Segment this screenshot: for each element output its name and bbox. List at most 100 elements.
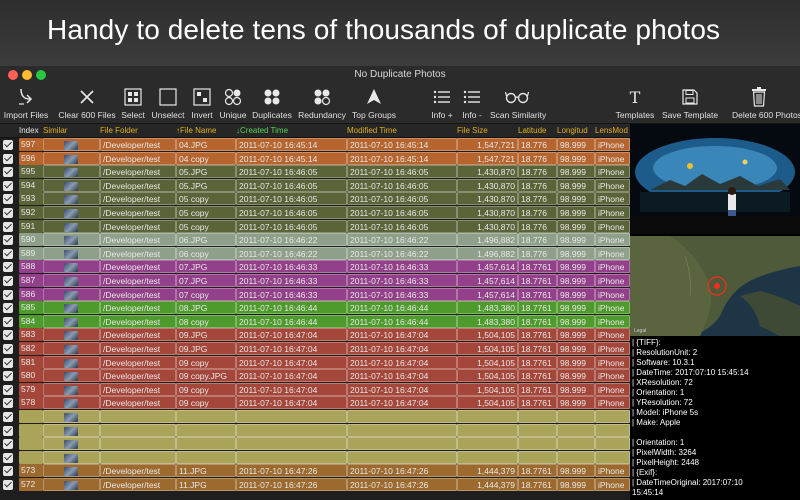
table-row[interactable]: 593/Developer/test 05 copy 2011-07-10 16:4… — [0, 192, 630, 206]
unique-button[interactable]: Unique — [220, 84, 246, 124]
table-row[interactable]: 580/Developer/test 09 copy.JPG 2011-07-10 … — [0, 369, 630, 383]
table-row[interactable]: 586/Developer/test 07 copy 2011-07-10 16:4… — [0, 287, 630, 302]
delete-photos-button[interactable]: Delete 600 Photos — [732, 84, 800, 124]
table-row[interactable]: 583/Developer/test 09.JPG 2011-07-10 16:47… — [0, 328, 630, 342]
row-checkbox[interactable] — [3, 303, 13, 314]
table-row[interactable] — [0, 450, 630, 465]
scan-similarity-button[interactable]: Scan Similarity — [490, 84, 546, 124]
table-row[interactable]: 582/Developer/test 09.JPG 2011-07-10 16:47… — [0, 342, 630, 356]
row-checkbox[interactable] — [3, 248, 13, 259]
table-row[interactable]: 581/Developer/test 09 copy 2011-07-10 16:4… — [0, 355, 630, 370]
table-row[interactable]: 592/Developer/test 05 copy 2011-07-10 16:4… — [0, 206, 630, 220]
cell-size: 1,430,870 — [457, 165, 518, 179]
row-checkbox[interactable] — [3, 194, 13, 205]
import-files-button[interactable]: Import Files — [4, 84, 48, 124]
table-row[interactable]: 578/Developer/test 09 copy 2011-07-10 16:4… — [0, 396, 630, 410]
row-checkbox[interactable] — [3, 276, 13, 286]
table-row[interactable]: 573/Developer/test 11.JPG 2011-07-10 16:47… — [0, 464, 630, 478]
cell-similar — [43, 423, 100, 437]
clear-files-button[interactable]: Clear 600 Files — [58, 84, 116, 124]
table-row[interactable]: 588/Developer/test 07.JPG 2011-07-10 16:46… — [0, 260, 630, 274]
table-row[interactable]: 572/Developer/test 11.JPG 2011-07-10 16:47… — [0, 478, 630, 492]
table-row[interactable]: 579/Developer/test 09 copy 2011-07-10 16:4… — [0, 382, 630, 397]
table-row[interactable]: 597/Developer/test 04.JPG 2011-07-10 16:45… — [0, 138, 630, 152]
cell-lat: 18.776 — [518, 165, 557, 179]
table-row[interactable] — [0, 410, 630, 424]
column-header-name[interactable]: ↑File Name — [176, 126, 236, 135]
row-checkbox[interactable] — [3, 425, 13, 436]
cell-similar — [43, 410, 100, 423]
cell-index: 573 — [19, 464, 43, 478]
row-checkbox[interactable] — [3, 262, 13, 273]
row-checkbox[interactable] — [3, 289, 13, 300]
row-checkbox[interactable] — [3, 140, 13, 150]
row-checkbox[interactable] — [3, 357, 13, 368]
table-row[interactable] — [0, 437, 630, 451]
cell-created — [236, 437, 347, 451]
column-header-created[interactable]: ↓Created Time — [236, 126, 347, 135]
cell-similar — [43, 301, 100, 315]
table-row[interactable]: 595/Developer/test 05.JPG 2011-07-10 16:46… — [0, 165, 630, 179]
table-row[interactable]: 590/Developer/test 06.JPG 2011-07-10 16:46… — [0, 233, 630, 247]
table-row[interactable]: 596/Developer/test 04 copy 2011-07-10 16:4… — [0, 151, 630, 166]
cell-lon — [557, 450, 595, 464]
photo-thumbnail — [64, 372, 78, 382]
cell-index: 581 — [19, 355, 43, 369]
cell-modified: 2011-07-10 16:47:04 — [347, 342, 457, 355]
column-header-similar[interactable]: Similar — [43, 126, 100, 135]
row-checkbox[interactable] — [3, 316, 13, 327]
row-checkbox[interactable] — [3, 439, 13, 450]
table-row[interactable]: 584/Developer/test 08 copy 2011-07-10 16:4… — [0, 314, 630, 329]
row-checkbox[interactable] — [3, 153, 13, 164]
cell-lon: 98.999 — [557, 287, 595, 301]
column-header-index[interactable]: Index — [19, 126, 43, 135]
row-checkbox[interactable] — [3, 344, 13, 354]
cell-lens: iPhone — [595, 219, 630, 233]
row-checkbox[interactable] — [3, 180, 13, 191]
cell-index — [19, 450, 43, 464]
row-checkbox[interactable] — [3, 330, 13, 341]
table-row[interactable]: 585/Developer/test 08.JPG 2011-07-10 16:46… — [0, 301, 630, 315]
metadata-line: | Orientation: 1 — [632, 438, 685, 447]
cell-modified — [347, 423, 457, 437]
table-row[interactable]: 589/Developer/test 06 copy 2011-07-10 16:4… — [0, 246, 630, 261]
cell-created — [236, 410, 347, 423]
row-checkbox[interactable] — [3, 371, 13, 382]
table-row[interactable] — [0, 423, 630, 438]
cell-created: 2011-07-10 16:47:04 — [236, 382, 347, 396]
column-header-lon[interactable]: Longitud — [557, 126, 595, 135]
row-checkbox[interactable] — [3, 452, 13, 463]
templates-button[interactable]: T Templates — [616, 84, 655, 124]
row-checkbox[interactable] — [3, 398, 13, 409]
templates-label: Templates — [615, 110, 655, 120]
cell-folder: /Developer/test — [100, 342, 176, 355]
table-row[interactable]: 587/Developer/test 07.JPG 2011-07-10 16:46… — [0, 274, 630, 288]
cell-folder: /Developer/test — [100, 260, 176, 274]
cell-created: 2011-07-10 16:47:04 — [236, 369, 347, 383]
row-checkbox[interactable] — [3, 412, 13, 422]
metadata-line: | DateTime: 2017:07:10 15:45:14 — [632, 368, 749, 377]
column-header-modified[interactable]: Modified Time — [347, 126, 457, 135]
row-checkbox[interactable] — [3, 167, 13, 178]
table-row[interactable]: 594/Developer/test 05.JPG 2011-07-10 16:46… — [0, 178, 630, 193]
row-checkbox[interactable] — [3, 221, 13, 232]
cell-created: 2011-07-10 16:45:14 — [236, 151, 347, 165]
row-checkbox[interactable] — [3, 480, 13, 490]
info-minus-button[interactable]: Info - — [460, 84, 484, 124]
row-checkbox[interactable] — [3, 208, 13, 218]
save-template-button[interactable]: Save Template — [662, 84, 718, 124]
column-header-lat[interactable]: Latitude — [518, 126, 557, 135]
column-header-size[interactable]: File Size — [457, 126, 518, 135]
column-header-folder[interactable]: File Folder — [100, 126, 176, 135]
cell-lon: 98.999 — [557, 165, 595, 179]
redundancy-button[interactable]: Redundancy — [298, 84, 346, 124]
table-row[interactable]: 591/Developer/test 05 copy 2011-07-10 16:4… — [0, 219, 630, 234]
metadata-line: | Model: iPhone 5s — [632, 408, 699, 417]
row-checkbox[interactable] — [3, 466, 13, 477]
row-checkbox[interactable] — [3, 384, 13, 395]
top-groups-button[interactable]: Top Groups — [352, 84, 396, 124]
column-header-lens[interactable]: LensMod — [595, 126, 630, 135]
metadata-line: | DateTimeOriginal: 2017:07:10 — [632, 478, 743, 487]
duplicates-button[interactable]: Duplicates — [252, 84, 292, 124]
row-checkbox[interactable] — [3, 235, 13, 246]
